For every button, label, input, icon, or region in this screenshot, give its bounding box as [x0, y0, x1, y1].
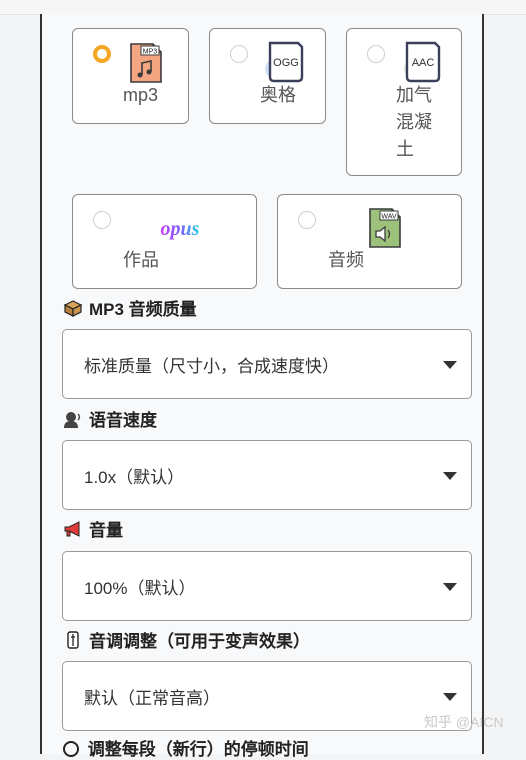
speed-label-text: 语音速度: [89, 411, 157, 430]
watermark: 知乎 @AICN: [424, 714, 504, 730]
wav-icon-text: WAV: [381, 214, 396, 221]
quality-select-value: 标准质量（尺寸小，合成速度快）: [84, 357, 339, 376]
opus-logo-text: opus: [161, 218, 200, 240]
pause-label-text: 调整每段（新行）的停顿时间: [87, 740, 309, 759]
speed-select-value: 1.0x（默认）: [84, 468, 185, 487]
chevron-down-icon: [443, 693, 457, 701]
pitch-select[interactable]: 默认（正常音高）: [62, 661, 472, 731]
wav-file-icon: WAV: [369, 208, 401, 248]
format-radio-mp3[interactable]: [93, 45, 111, 63]
format-label-opus: 作品: [123, 250, 159, 270]
ogg-file-icon: OGG: [265, 41, 304, 83]
format-label-ogg: 奥格: [260, 85, 296, 105]
chevron-down-icon: [443, 472, 457, 480]
speed-select[interactable]: 1.0x（默认）: [62, 440, 472, 510]
format-label-mp3: mp3: [123, 85, 159, 105]
quality-select[interactable]: 标准质量（尺寸小，合成速度快）: [62, 329, 472, 399]
browser-top-bar: [0, 0, 526, 15]
volume-section-label: 音量: [63, 516, 123, 541]
chevron-down-icon: [443, 583, 457, 591]
format-radio-wav[interactable]: [298, 211, 316, 229]
pitch-section-label: 音调调整（可用于变声效果）: [63, 627, 310, 652]
aac-file-icon: AAC: [404, 41, 441, 83]
format-label-aac-line3: 土: [396, 139, 414, 159]
volume-select[interactable]: 100%（默认）: [62, 551, 472, 621]
format-label-wav: 音频: [328, 250, 364, 270]
quality-section-label: MP3 音频质量: [63, 295, 197, 320]
format-label-aac-line2: 混凝: [396, 112, 432, 132]
format-option-mp3[interactable]: MP3 mp3: [72, 28, 189, 124]
aac-icon-text: AAC: [412, 57, 435, 69]
format-option-aac[interactable]: AAC 加气 混凝 土: [346, 28, 462, 176]
speed-section-label: 语音速度: [63, 406, 157, 431]
pause-section-label: 调整每段（新行）的停顿时间: [63, 735, 309, 760]
format-radio-aac[interactable]: [367, 45, 385, 63]
megaphone-icon: [64, 520, 80, 537]
opus-logo-icon: opus: [161, 218, 200, 240]
quality-label-text: MP3 音频质量: [89, 300, 197, 319]
format-option-wav[interactable]: WAV 音频: [277, 194, 462, 289]
pitch-label-text: 音调调整（可用于变声效果）: [89, 632, 310, 651]
tuning-fork-icon: [67, 630, 79, 649]
chevron-down-icon: [443, 361, 457, 369]
format-radio-ogg[interactable]: [230, 45, 248, 63]
format-label-aac-line1: 加气: [396, 85, 432, 105]
mp3-icon-text: MP3: [143, 49, 158, 56]
clock-icon: [63, 741, 79, 757]
package-icon: [63, 299, 83, 317]
volume-label-text: 音量: [89, 521, 123, 540]
pitch-select-value: 默认（正常音高）: [84, 689, 220, 708]
mp3-file-icon: MP3: [130, 43, 162, 83]
speaker-person-icon: [64, 411, 81, 428]
format-option-ogg[interactable]: OGG 奥格: [209, 28, 326, 124]
ogg-icon-text: OGG: [273, 57, 299, 69]
volume-select-value: 100%（默认）: [84, 579, 196, 598]
format-option-opus[interactable]: opus 作品: [72, 194, 257, 289]
format-radio-opus[interactable]: [93, 211, 111, 229]
